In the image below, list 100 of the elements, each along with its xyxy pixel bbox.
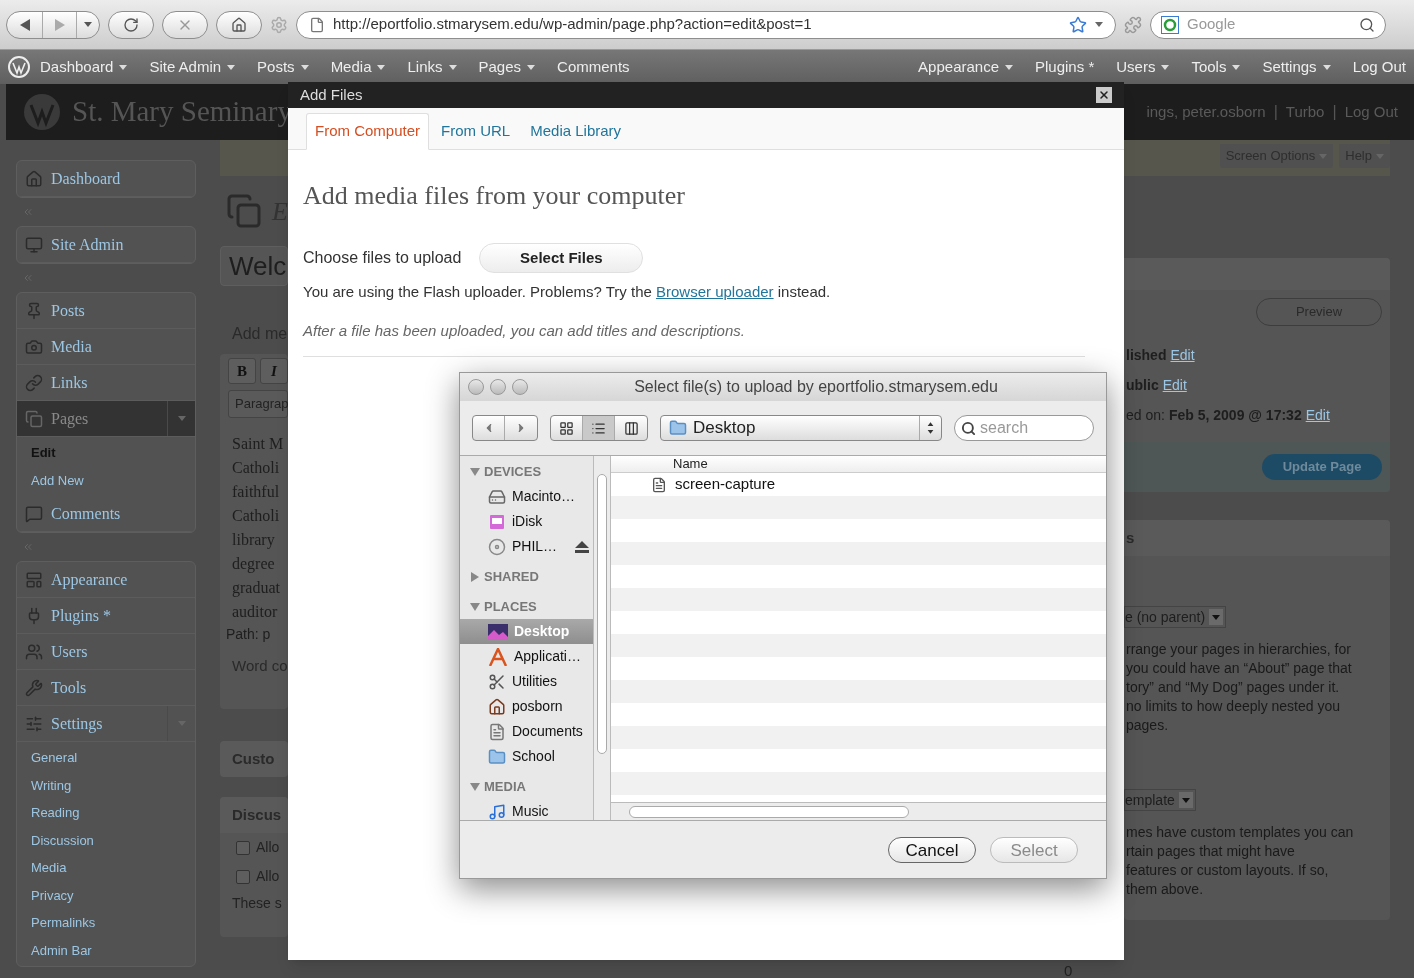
- modal-tab[interactable]: From URL: [433, 113, 519, 150]
- section-header: PLACES: [484, 598, 537, 617]
- sidebar-place[interactable]: Applicati…: [460, 644, 593, 669]
- star-icon[interactable]: [1069, 15, 1087, 34]
- admin-menu-item[interactable]: Users: [1116, 55, 1170, 79]
- dialog-button[interactable]: Cancel: [888, 836, 976, 863]
- user-link[interactable]: Turbo: [1285, 100, 1325, 124]
- modal-tab[interactable]: Media Library: [522, 113, 630, 150]
- window-button[interactable]: [512, 379, 528, 395]
- edit-link[interactable]: Edit: [1162, 374, 1187, 396]
- window-button[interactable]: [468, 379, 484, 395]
- collapsed-triangle-icon[interactable]: [470, 572, 480, 582]
- submenu-item[interactable]: Admin Bar: [17, 936, 195, 964]
- submenu-item[interactable]: Permalinks: [17, 909, 195, 937]
- submenu-item[interactable]: Edit: [17, 439, 195, 467]
- submenu-item[interactable]: Discussion: [17, 826, 195, 854]
- menu-item[interactable]: Media: [17, 329, 195, 365]
- status-value: ublic: [1126, 375, 1159, 395]
- sidebar-place[interactable]: iDisk: [460, 509, 593, 534]
- address-field[interactable]: http://eportfolio.stmarysem.edu/wp-admin/page.php?action=edit&post=1: [296, 10, 1116, 39]
- admin-menu-item[interactable]: Plugins *: [1035, 55, 1095, 79]
- admin-menu-item[interactable]: Posts: [257, 55, 309, 79]
- sidebar-place[interactable]: Utilities: [460, 669, 593, 694]
- checkbox[interactable]: [236, 840, 250, 855]
- submenu-item[interactable]: General: [17, 744, 195, 772]
- admin-menu-item[interactable]: Settings: [1262, 55, 1331, 79]
- horizontal-scrollbar[interactable]: [611, 802, 1106, 820]
- submenu-item[interactable]: Writing: [17, 771, 195, 799]
- stop-button[interactable]: [162, 10, 208, 39]
- sidebar-place[interactable]: Music: [460, 799, 593, 820]
- admin-menu-item[interactable]: Comments: [557, 55, 630, 79]
- home-button[interactable]: [216, 10, 262, 39]
- admin-menu-item[interactable]: Media: [330, 55, 386, 79]
- sidebar-place[interactable]: PHIL…: [460, 534, 593, 559]
- admin-menu-item[interactable]: Dashboard: [40, 55, 128, 79]
- menu-item[interactable]: Tools: [17, 670, 195, 706]
- submenu-item[interactable]: Reading: [17, 799, 195, 827]
- template-select[interactable]: emplate: [1124, 789, 1196, 811]
- search-field[interactable]: search: [954, 415, 1094, 441]
- format-select[interactable]: Paragrap: [228, 390, 288, 418]
- admin-menu-item[interactable]: Pages: [478, 55, 536, 79]
- menu-item[interactable]: Appearance: [17, 562, 195, 598]
- reload-button[interactable]: [108, 10, 154, 39]
- help-text: mes have custom templates you can rtain pages that might have features or custom layouts. If so, them above.: [1125, 823, 1355, 899]
- collapse-icon[interactable]: [22, 272, 34, 284]
- user-link[interactable]: ings, peter.osborn: [1146, 100, 1266, 124]
- format-button[interactable]: B: [228, 358, 256, 384]
- gear-icon[interactable]: [270, 15, 288, 34]
- collapse-icon[interactable]: [22, 206, 34, 218]
- sidebar-place[interactable]: School: [460, 744, 593, 769]
- admin-menu-item[interactable]: Site Admin: [149, 55, 236, 79]
- vertical-scrollbar[interactable]: [593, 456, 611, 820]
- submenu-item[interactable]: Privacy: [17, 881, 195, 909]
- menu-item[interactable]: Pages: [17, 401, 195, 437]
- checkbox[interactable]: [236, 869, 250, 884]
- music-note-icon: [488, 802, 506, 820]
- format-button[interactable]: I: [260, 358, 288, 384]
- camera-icon: [25, 337, 43, 356]
- admin-menu-item[interactable]: Tools: [1191, 55, 1241, 79]
- menu-item[interactable]: Plugins *: [17, 598, 195, 634]
- menu-item[interactable]: Users: [17, 634, 195, 670]
- puzzle-icon[interactable]: [1124, 15, 1142, 34]
- column-header[interactable]: Name: [611, 456, 1106, 473]
- monitor-icon: [25, 235, 43, 254]
- menu-item[interactable]: Site Admin: [17, 227, 195, 263]
- close-button[interactable]: [1096, 87, 1112, 103]
- menu-item[interactable]: Posts: [17, 293, 195, 329]
- browser-uploader-link[interactable]: Browser uploader: [656, 283, 774, 300]
- sidebar-place[interactable]: Documents: [460, 719, 593, 744]
- eject-icon[interactable]: [575, 540, 589, 553]
- edit-link[interactable]: Edit: [1170, 344, 1195, 366]
- sidebar-place[interactable]: Desktop: [460, 619, 593, 644]
- grid-view-icon: [559, 420, 574, 436]
- menu-item[interactable]: Settings: [17, 706, 195, 742]
- column-view-icon: [623, 420, 639, 436]
- admin-menu-item[interactable]: Links: [407, 55, 457, 79]
- file-name[interactable]: screen-capture: [675, 473, 776, 496]
- select-files-button[interactable]: Select Files: [479, 243, 644, 273]
- collapse-icon[interactable]: [22, 541, 34, 553]
- expanded-triangle-icon[interactable]: [470, 782, 480, 792]
- wordpress-logo-icon[interactable]: [8, 56, 30, 78]
- location-select[interactable]: Desktop: [660, 415, 942, 441]
- admin-menu-item[interactable]: Log Out: [1352, 55, 1406, 79]
- submenu-item[interactable]: Media: [17, 854, 195, 882]
- admin-menu-item[interactable]: Appearance: [918, 55, 1013, 79]
- sidebar-place[interactable]: posborn: [460, 694, 593, 719]
- expanded-triangle-icon[interactable]: [470, 467, 480, 477]
- edit-link[interactable]: Edit: [1305, 404, 1330, 426]
- user-link[interactable]: Log Out: [1344, 100, 1398, 124]
- update-page-button[interactable]: Update Page: [1262, 454, 1382, 480]
- caret-icon: [377, 64, 386, 70]
- menu-item[interactable]: Comments: [17, 496, 195, 532]
- window-button[interactable]: [490, 379, 506, 395]
- search-field[interactable]: Google: [1150, 10, 1386, 39]
- sidebar-place[interactable]: Macinto…: [460, 484, 593, 509]
- expanded-triangle-icon[interactable]: [470, 602, 480, 612]
- caret-icon: [1212, 614, 1221, 620]
- submenu-item[interactable]: Add New: [17, 466, 195, 494]
- modal-tab[interactable]: From Computer: [306, 113, 430, 150]
- menu-item[interactable]: Dashboard: [17, 161, 195, 197]
